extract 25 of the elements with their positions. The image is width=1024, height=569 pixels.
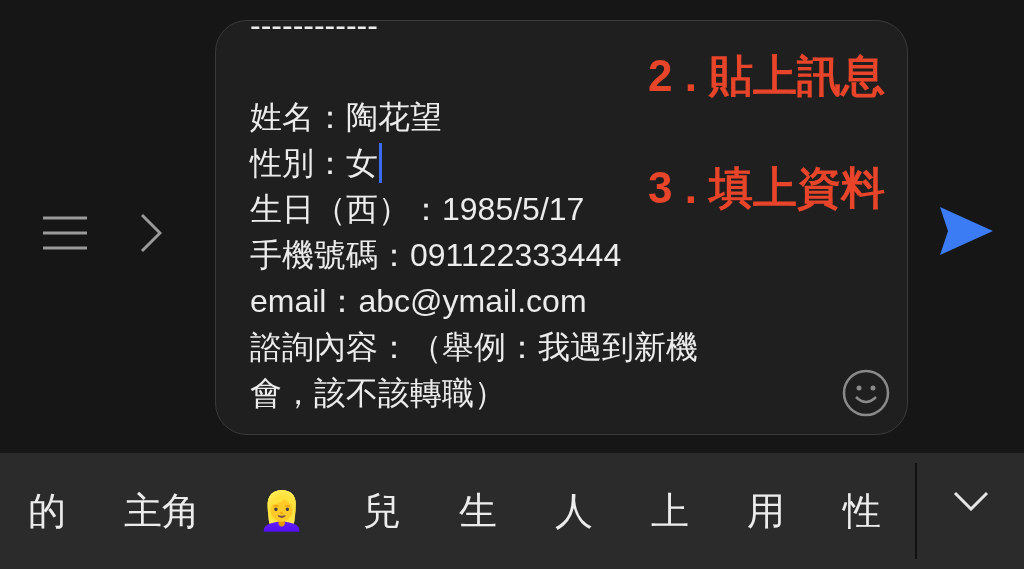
message-text: email：abc@ymail.com: [250, 282, 587, 321]
suggestion-item[interactable]: 人: [555, 482, 593, 540]
message-text: 諮詢內容：（舉例：我遇到新機: [250, 328, 698, 367]
chevron-right-icon[interactable]: [140, 212, 162, 253]
message-text: 手機號碼：091122333444: [250, 236, 622, 275]
message-text: 性別：女: [250, 144, 378, 183]
suggestion-item[interactable]: 用: [747, 482, 785, 540]
suggestion-item[interactable]: 兒: [363, 482, 401, 540]
message-text: ------------: [250, 21, 378, 45]
suggestion-item[interactable]: 上: [651, 482, 689, 540]
message-field[interactable]: ------------ 姓名：陶花望 性別：女 生日（西）：1985/5/17 手機號碼：091122333444 email：abc@ymail.com 諮詢內容：（舉例：我遇到新機 會，該不該轉職） 2 . 貼上訊息 3 . 填上資料: [215, 20, 908, 435]
message-text: 姓名：陶花望: [250, 98, 442, 137]
suggestion-item[interactable]: 的: [28, 482, 66, 540]
suggestion-item[interactable]: 👱‍♀: [258, 482, 305, 540]
annotation-text: 2 . 貼上訊息: [648, 50, 886, 102]
annotation-text: 3 . 填上資料: [648, 162, 886, 214]
message-text: 生日（西）：1985/5/17: [250, 190, 585, 229]
chevron-down-icon[interactable]: [952, 491, 989, 511]
smiley-icon[interactable]: [842, 369, 890, 417]
menu-icon[interactable]: [42, 215, 88, 250]
suggestion-item[interactable]: 主角: [124, 482, 200, 540]
suggestion-item[interactable]: 生: [459, 482, 497, 540]
message-text: 會，該不該轉職）: [250, 374, 506, 413]
send-icon[interactable]: [938, 204, 994, 257]
suggestion-item[interactable]: 性: [843, 482, 881, 540]
